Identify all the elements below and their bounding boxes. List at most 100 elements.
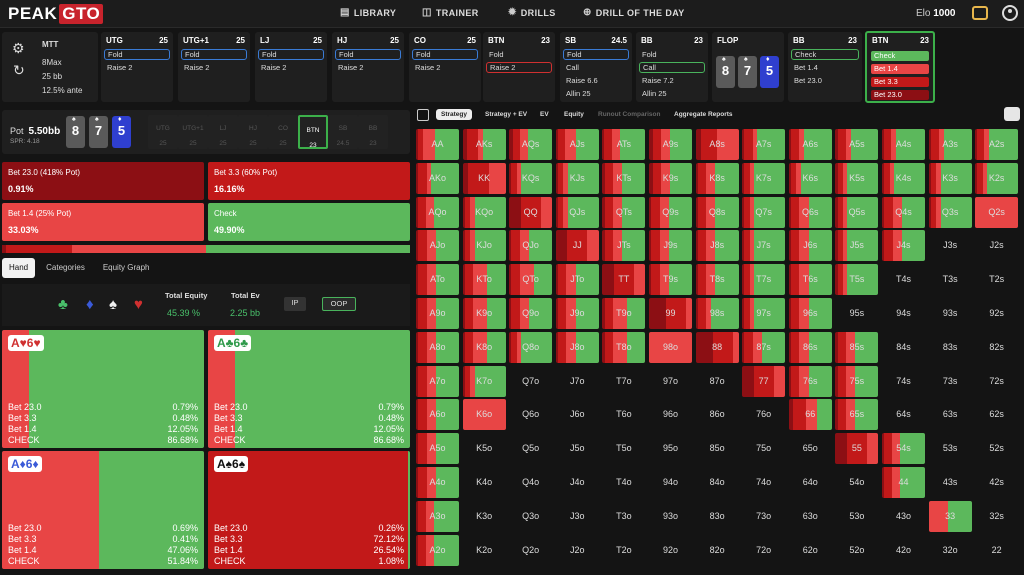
matrix-cell[interactable]: KJs [555,162,599,194]
matrix-cell[interactable]: A7s [742,129,786,160]
nav-drills[interactable]: ✹ DRILLS [508,7,556,18]
matrix-cell[interactable]: A3o [416,500,459,532]
matrix-cell[interactable]: 33 [928,500,972,532]
matrix-cell[interactable]: J7s [742,230,786,262]
matrix-cell[interactable]: 77 [742,365,786,397]
strategy-option[interactable]: Bet 3.3 (60% Pot) 16.16% [208,162,410,200]
position-action[interactable]: Raise 2 [258,62,324,73]
position-action[interactable]: Fold [104,49,170,60]
matrix-cell[interactable]: QTs [602,196,646,228]
matrix-cell[interactable]: 95o [649,433,692,465]
matrix-cell[interactable]: 32o [928,534,972,566]
matrix-cell[interactable]: QJs [555,196,599,228]
btn-node-bet-small[interactable]: Bet 1.4 [871,64,929,74]
matrix-cell[interactable]: K5o [462,433,506,465]
matrix-cell[interactable]: QQ [509,196,553,228]
matrix-cell[interactable]: T5s [835,264,879,296]
matrix-cell[interactable]: T5o [602,433,646,465]
matrix-cell[interactable]: A9s [649,129,692,160]
matrix-cell[interactable]: 75s [835,365,879,397]
matrix-cell[interactable]: J9s [649,230,692,262]
position-action[interactable]: Fold [335,49,401,60]
matrix-cell[interactable]: T4s [882,264,925,296]
position-action[interactable]: Raise 2 [486,62,552,73]
nav-drill-of-day[interactable]: ⊕ DRILL OF THE DAY [583,7,685,18]
matrix-cell[interactable]: 65o [788,433,832,465]
matrix-cell[interactable]: Q5s [835,196,879,228]
position-action[interactable]: Raise 2 [181,62,247,73]
matrix-cell[interactable]: 53o [835,500,879,532]
matrix-cell[interactable]: K5s [835,162,879,194]
matrix-cell[interactable]: 72o [742,534,786,566]
matrix-cell[interactable]: 95s [835,298,879,329]
brand-logo[interactable]: PEAK GTO [8,4,104,24]
matrix-cell[interactable]: 97o [649,365,692,397]
matrix-cell[interactable]: 42s [975,467,1019,498]
position-action[interactable]: Fold [181,49,247,60]
matrix-cell[interactable]: 82o [695,534,739,566]
matrix-cell[interactable]: 53s [928,433,972,465]
bb-node-check[interactable]: Check [791,49,859,60]
matrix-cell[interactable]: 55 [835,433,879,465]
bb-node[interactable]: BB 23 Check Bet 1.4 Bet 23.0 [788,32,862,102]
matrix-cell[interactable]: 76s [788,365,832,397]
position-action[interactable]: Allin 25 [639,88,705,99]
matrix-cell[interactable]: AQs [509,129,553,160]
gear-icon[interactable]: ⚙ [12,40,25,57]
matrix-cell[interactable]: 97s [742,298,786,329]
matrix-cell[interactable]: Q8o [509,331,553,363]
position-action[interactable]: Fold [412,49,478,60]
strategy-option[interactable]: Bet 23.0 (418% Pot) 0.91% [2,162,204,200]
position-action[interactable]: Raise 2 [104,62,170,73]
matrix-cell[interactable]: 98s [695,298,739,329]
matrix-cell[interactable]: 44 [882,467,925,498]
matrix-cell[interactable]: J3s [928,230,972,262]
matrix-cell[interactable]: 52o [835,534,879,566]
bb-node-bet-small[interactable]: Bet 1.4 [791,62,859,73]
matrix-cell[interactable]: 54s [882,433,925,465]
matrix-cell[interactable]: Q7o [509,365,553,397]
position-action[interactable]: Fold [258,49,324,60]
matrix-cell[interactable]: K8s [695,162,739,194]
matrix-cell[interactable]: J2o [555,534,599,566]
position-action[interactable]: Raise 6.6 [563,75,629,86]
position-hj[interactable]: HJ 25 Fold Raise 2 [332,32,404,102]
matrix-cell[interactable]: QJo [509,230,553,262]
matrix-cell[interactable]: T7s [742,264,786,296]
matrix-cell[interactable]: Q8s [695,196,739,228]
matrix-cell[interactable]: Q7s [742,196,786,228]
matrix-cell[interactable]: AJs [555,129,599,160]
combo-card[interactable]: A♠6♠ Bet 23.0 0.26% Bet 3.3 72.12% Bet 1.4 26.… [208,451,410,569]
matrix-cell[interactable]: K6s [788,162,832,194]
position-utg[interactable]: UTG 25 Fold Raise 2 [101,32,173,102]
matrix-cell[interactable]: A8s [695,129,739,160]
matrix-cell[interactable]: T8o [602,331,646,363]
matrix-cell[interactable]: Q9o [509,298,553,329]
matrix-cell[interactable]: 82s [975,331,1019,363]
matrix-cell[interactable]: 54o [835,467,879,498]
matrix-cell[interactable]: K6o [462,399,506,431]
matrix-cell[interactable]: 63o [788,500,832,532]
matrix-cell[interactable]: 74o [742,467,786,498]
matrix-cell[interactable]: T2s [975,264,1019,296]
matrix-cell[interactable]: Q4o [509,467,553,498]
matrix-cell[interactable]: T4o [602,467,646,498]
layout-icon[interactable] [417,109,429,121]
matrix-cell[interactable]: KTs [602,162,646,194]
matrix-cell[interactable]: QTo [509,264,553,296]
matrix-cell[interactable]: K2o [462,534,506,566]
matrix-cell[interactable]: K7o [462,365,506,397]
btn-node-check[interactable]: Check [871,51,929,61]
matrix-cell[interactable]: A7o [416,365,459,397]
matrix-cell[interactable]: J3o [555,500,599,532]
combo-card[interactable]: A♥6♥ Bet 23.0 0.79% Bet 3.3 0.48% Bet 1.4 12.0… [2,330,204,448]
combo-card[interactable]: A♣6♣ Bet 23.0 0.79% Bet 3.3 0.48% Bet 1.4 12.0… [208,330,410,448]
btn-node-bet-mid[interactable]: Bet 3.3 [871,77,929,87]
matrix-cell[interactable]: K4s [882,162,925,194]
mini-seat-bb[interactable]: BB 23 [358,115,388,149]
matrix-cell[interactable]: A8o [416,331,459,363]
matrix-cell[interactable]: A2o [416,534,459,566]
position-action[interactable]: Allin 25 [563,88,629,99]
matrix-cell[interactable]: 96o [649,399,692,431]
matrix-cell[interactable]: KQo [462,196,506,228]
